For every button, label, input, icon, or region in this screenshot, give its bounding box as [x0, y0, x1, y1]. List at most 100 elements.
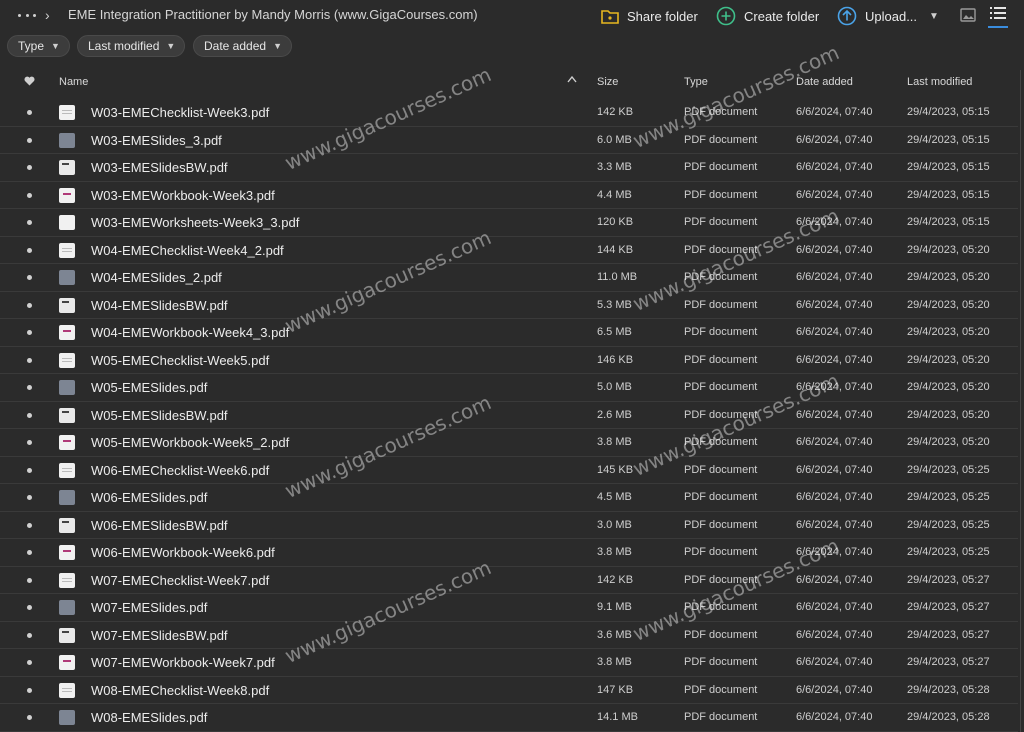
favorite-dot-icon[interactable]: [27, 220, 32, 225]
size-column-header[interactable]: Size: [597, 76, 618, 88]
file-name[interactable]: W04-EMEChecklist-Week4_2.pdf: [91, 243, 284, 258]
type-filter[interactable]: Type ▼: [7, 35, 70, 57]
favorite-dot-icon[interactable]: [27, 357, 32, 363]
file-size: 11.0 MB: [597, 271, 638, 283]
table-row[interactable]: W06-EMEChecklist-Week6.pdf 145 KB PDF docu…: [0, 457, 1018, 484]
table-row[interactable]: W07-EMESlidesBW.pdf 3.6 MB PDF document 6/6…: [0, 622, 1018, 649]
file-name[interactable]: W05-EMESlides.pdf: [91, 380, 207, 395]
date-added: 6/6/2024, 07:40: [796, 573, 873, 586]
date-added-column-header[interactable]: Date added: [796, 76, 853, 88]
favorite-dot-icon[interactable]: [27, 715, 32, 720]
table-row[interactable]: W06-EMEWorkbook-Week6.pdf 3.8 MB PDF docum…: [0, 539, 1018, 567]
table-row[interactable]: W06-EMESlidesBW.pdf 3.0 MB PDF document 6/6…: [0, 512, 1018, 539]
table-row[interactable]: W07-EMEChecklist-Week7.pdf 142 KB PDF docu…: [0, 567, 1018, 594]
sort-ascending-icon[interactable]: [567, 74, 577, 86]
chevron-down-icon[interactable]: ▼: [929, 11, 939, 22]
table-row[interactable]: W03-EMEWorksheets-Week3_3.pdf 120 KB PDF d…: [0, 209, 1018, 237]
favorite-dot-icon[interactable]: [27, 467, 32, 473]
file-name[interactable]: W04-EMESlides_2.pdf: [91, 270, 222, 285]
favorite-dot-icon[interactable]: [27, 577, 32, 583]
table-row[interactable]: W05-EMEChecklist-Week5.pdf 146 KB PDF docu…: [0, 347, 1018, 374]
table-row[interactable]: W05-EMESlides.pdf 5.0 MB PDF document 6/6/2…: [0, 374, 1018, 402]
favorite-dot-icon[interactable]: [27, 412, 32, 418]
file-name[interactable]: W05-EMESlidesBW.pdf: [91, 408, 228, 423]
scrollbar[interactable]: [1020, 70, 1021, 732]
breadcrumb-chevron-icon: ›: [45, 7, 50, 23]
favorite-dot-icon[interactable]: [27, 137, 32, 143]
last-modified-column-header[interactable]: Last modified: [907, 76, 972, 88]
favorite-dot-icon[interactable]: [27, 550, 32, 555]
date-added: 6/6/2024, 07:40: [796, 711, 873, 723]
favorite-dot-icon[interactable]: [27, 495, 32, 500]
favorite-dot-icon[interactable]: [27, 385, 32, 390]
favorite-dot-icon[interactable]: [27, 302, 32, 308]
favorite-dot-icon[interactable]: [27, 522, 32, 528]
file-name[interactable]: W06-EMEWorkbook-Week6.pdf: [91, 545, 275, 560]
file-name[interactable]: W03-EMEChecklist-Week3.pdf: [91, 105, 269, 120]
favorite-dot-icon[interactable]: [27, 687, 32, 693]
upload-button[interactable]: Upload... ▼: [837, 5, 939, 27]
table-row[interactable]: W08-EMESlides.pdf 14.1 MB PDF document 6/6/…: [0, 704, 1018, 732]
favorite-dot-icon[interactable]: [27, 632, 32, 638]
file-name[interactable]: W03-EMEWorksheets-Week3_3.pdf: [91, 215, 299, 230]
table-row[interactable]: W03-EMEWorkbook-Week3.pdf 4.4 MB PDF docum…: [0, 182, 1018, 209]
file-type: PDF document: [684, 628, 758, 641]
list-view-icon[interactable]: [988, 6, 1008, 28]
create-folder-button[interactable]: Create folder: [716, 5, 819, 27]
table-row[interactable]: W06-EMESlides.pdf 4.5 MB PDF document 6/6/2…: [0, 484, 1018, 512]
share-folder-button[interactable]: Share folder: [601, 5, 698, 27]
table-row[interactable]: W04-EMEChecklist-Week4_2.pdf 144 KB PDF do…: [0, 237, 1018, 264]
last-modified-filter[interactable]: Last modified ▼: [77, 35, 186, 57]
last-modified: 29/4/2023, 05:20: [907, 271, 990, 283]
file-name[interactable]: W07-EMEChecklist-Week7.pdf: [91, 573, 269, 588]
favorite-column-icon[interactable]: [24, 76, 35, 89]
file-name[interactable]: W07-EMEWorkbook-Week7.pdf: [91, 655, 275, 670]
table-row[interactable]: W03-EMESlides_3.pdf 6.0 MB PDF document 6/6…: [0, 127, 1018, 154]
file-name[interactable]: W08-EMESlides.pdf: [91, 710, 207, 725]
favorite-dot-icon[interactable]: [27, 192, 32, 198]
favorite-dot-icon[interactable]: [27, 247, 32, 253]
file-name[interactable]: W07-EMESlidesBW.pdf: [91, 628, 228, 643]
table-row[interactable]: W04-EMESlidesBW.pdf 5.3 MB PDF document 6/6…: [0, 292, 1018, 319]
favorite-dot-icon[interactable]: [27, 275, 32, 280]
table-row[interactable]: W03-EMESlidesBW.pdf 3.3 MB PDF document 6/6…: [0, 154, 1018, 182]
table-row[interactable]: W05-EMESlidesBW.pdf 2.6 MB PDF document 6/6…: [0, 402, 1018, 429]
last-modified: 29/4/2023, 05:20: [907, 353, 990, 366]
file-name[interactable]: W03-EMEWorkbook-Week3.pdf: [91, 188, 275, 203]
favorite-dot-icon[interactable]: [27, 110, 32, 115]
file-name[interactable]: W05-EMEChecklist-Week5.pdf: [91, 353, 269, 368]
type-column-header[interactable]: Type: [684, 76, 708, 88]
file-thumbnail-icon: [59, 325, 75, 340]
chevron-down-icon: ▼: [273, 41, 282, 51]
favorite-dot-icon[interactable]: [27, 165, 32, 170]
table-row[interactable]: W03-EMEChecklist-Week3.pdf 142 KB PDF docu…: [0, 99, 1018, 127]
file-name[interactable]: W08-EMEChecklist-Week8.pdf: [91, 683, 269, 698]
file-name[interactable]: W06-EMESlidesBW.pdf: [91, 518, 228, 533]
table-row[interactable]: W08-EMEChecklist-Week8.pdf 147 KB PDF docu…: [0, 677, 1018, 704]
table-row[interactable]: W04-EMESlides_2.pdf 11.0 MB PDF document 6/…: [0, 264, 1018, 292]
name-column-header[interactable]: Name: [59, 76, 88, 88]
file-name[interactable]: W06-EMESlides.pdf: [91, 490, 207, 505]
table-row[interactable]: W05-EMEWorkbook-Week5_2.pdf 3.8 MB PDF doc…: [0, 429, 1018, 457]
file-thumbnail-icon: [59, 490, 75, 505]
file-name[interactable]: W03-EMESlidesBW.pdf: [91, 160, 228, 175]
favorite-dot-icon[interactable]: [27, 660, 32, 665]
favorite-dot-icon[interactable]: [27, 440, 32, 445]
file-size: 3.0 MB: [597, 518, 632, 531]
file-name[interactable]: W05-EMEWorkbook-Week5_2.pdf: [91, 435, 289, 450]
favorite-dot-icon[interactable]: [27, 330, 32, 335]
favorite-dot-icon[interactable]: [27, 605, 32, 610]
file-name[interactable]: W06-EMEChecklist-Week6.pdf: [91, 463, 269, 478]
thumbnail-view-icon[interactable]: [960, 8, 976, 27]
file-name[interactable]: W04-EMEWorkbook-Week4_3.pdf: [91, 325, 289, 340]
file-name[interactable]: W03-EMESlides_3.pdf: [91, 133, 222, 148]
table-row[interactable]: W04-EMEWorkbook-Week4_3.pdf 6.5 MB PDF doc…: [0, 319, 1018, 347]
file-name[interactable]: W04-EMESlidesBW.pdf: [91, 298, 228, 313]
more-options-icon[interactable]: [18, 8, 36, 22]
date-added: 6/6/2024, 07:40: [796, 628, 873, 641]
date-added: 6/6/2024, 07:40: [796, 518, 873, 531]
date-added-filter[interactable]: Date added ▼: [193, 35, 292, 57]
table-row[interactable]: W07-EMESlides.pdf 9.1 MB PDF document 6/6/2…: [0, 594, 1018, 622]
table-row[interactable]: W07-EMEWorkbook-Week7.pdf 3.8 MB PDF docum…: [0, 649, 1018, 677]
file-name[interactable]: W07-EMESlides.pdf: [91, 600, 207, 615]
